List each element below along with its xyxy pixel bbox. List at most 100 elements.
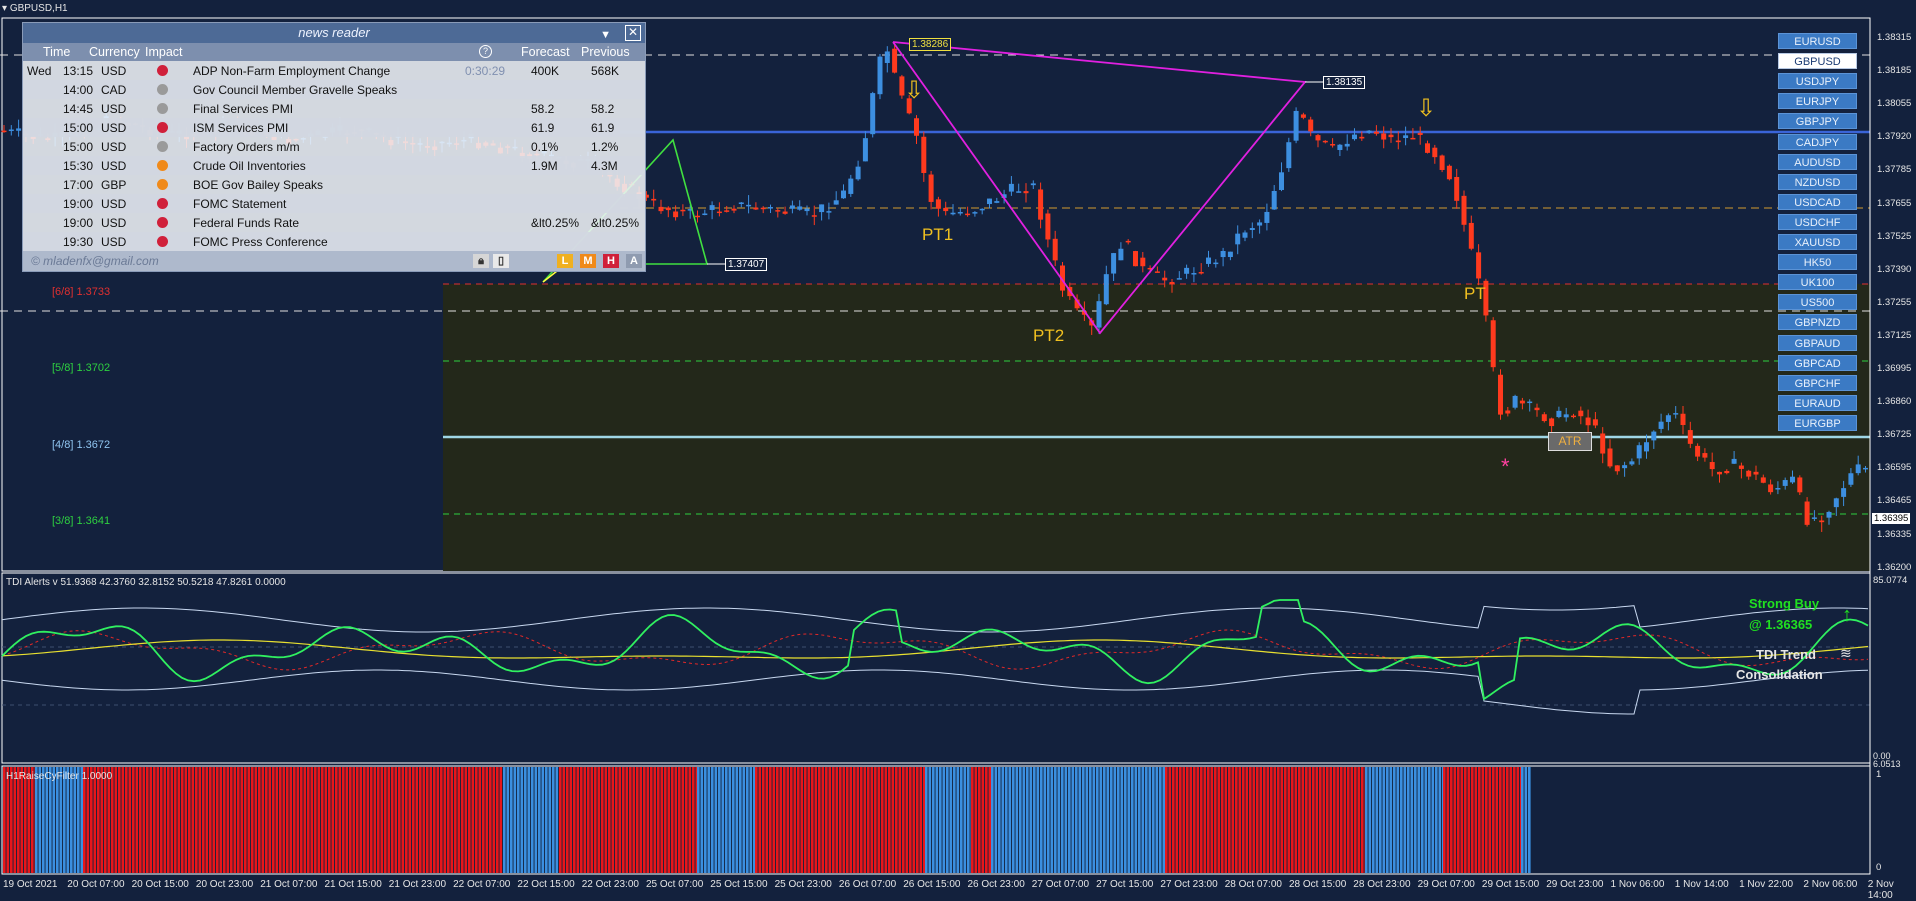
news-row[interactable]: 19:00 USD Federal Funds Rate &lt0.25% &lt0.2…: [23, 213, 645, 232]
symbol-button-eurusd[interactable]: EURUSD: [1778, 33, 1857, 49]
bull-candle: [1016, 191, 1022, 193]
news-previous: 58.2: [591, 102, 615, 116]
symbol-button-eurgbp[interactable]: EURGBP: [1778, 414, 1857, 431]
filter-bar-red: [762, 767, 765, 873]
price-tick: 1.38055: [1877, 98, 1912, 110]
filter-bar-red: [573, 767, 576, 873]
filter-bar-blue: [1410, 767, 1414, 873]
filter-bar-red: [1291, 767, 1294, 873]
impact-dot-icon: [157, 141, 168, 152]
bear-candle: [1607, 448, 1613, 467]
filter-bar-red: [653, 767, 657, 873]
symbol-button-gbpnzd[interactable]: GBPNZD: [1778, 314, 1857, 331]
symbol-button-gbpaud[interactable]: GBPAUD: [1778, 334, 1857, 351]
news-row[interactable]: 19:30 USD FOMC Press Conference: [23, 232, 645, 251]
filter-bar-red: [622, 767, 625, 873]
filter-bar-blue: [555, 767, 559, 873]
filter-bar-red: [1165, 767, 1168, 873]
filter-bar-red: [981, 767, 985, 873]
filter-bar-blue: [963, 767, 967, 873]
filter-bar-red: [912, 767, 916, 873]
filter-bar-blue: [1008, 767, 1012, 873]
symbol-button-usdjpy[interactable]: USDJPY: [1778, 73, 1857, 90]
impact-filter-a-button[interactable]: A: [626, 254, 642, 268]
news-row[interactable]: 17:00 GBP BOE Gov Bailey Speaks: [23, 175, 645, 194]
symbol-button-gbpchf[interactable]: GBPCHF: [1778, 374, 1857, 391]
filter-bar-red: [597, 767, 601, 873]
filter-bar-red: [1354, 767, 1357, 873]
bear-candle: [760, 207, 766, 210]
up-arrow-icon: ↑: [1842, 604, 1852, 626]
atr-label[interactable]: ATR: [1548, 432, 1592, 451]
filter-bar-blue: [1389, 767, 1393, 873]
symbol-button-usdchf[interactable]: USDCHF: [1778, 213, 1857, 230]
filter-bar-blue: [513, 767, 517, 873]
news-currency: USD: [101, 235, 127, 249]
filter-bar-blue: [1120, 767, 1124, 873]
lock-icon[interactable]: 🔒︎: [473, 254, 489, 268]
symbol-button-gbpusd[interactable]: GBPUSD: [1778, 53, 1857, 70]
impact-filter-m-button[interactable]: M: [580, 254, 596, 268]
news-reader-title-bar[interactable]: news reader ▼ ✕: [23, 23, 645, 43]
filter-bar-red: [590, 767, 594, 873]
bear-candle: [1702, 453, 1708, 458]
filter-bar-blue: [520, 767, 524, 873]
symbol-button-us500[interactable]: US500: [1778, 294, 1857, 311]
symbol-button-usdcad[interactable]: USDCAD: [1778, 193, 1857, 210]
filter-bar-blue: [45, 767, 49, 873]
filter-bar-red: [856, 767, 860, 873]
chart-window-title[interactable]: ▾ GBPUSD,H1: [2, 3, 68, 14]
filter-bar-red: [842, 767, 846, 873]
bull-candle: [1008, 183, 1014, 192]
filter-bar-red: [685, 767, 688, 873]
news-time: 14:00: [63, 83, 94, 97]
time-tick: 25 Oct 23:00: [774, 879, 832, 890]
symbol-button-eurjpy[interactable]: EURJPY: [1778, 93, 1857, 110]
impact-filter-l-button[interactable]: L: [557, 254, 573, 268]
symbol-button-xauusd[interactable]: XAUUSD: [1778, 234, 1857, 250]
symbol-button-gbpcad[interactable]: GBPCAD: [1778, 354, 1857, 371]
filter-bar-blue: [1001, 767, 1005, 873]
star-marker: *: [1501, 454, 1510, 479]
filter-bar-red: [27, 767, 31, 873]
filter-bar-red: [1228, 767, 1231, 873]
filter-bar-red: [755, 767, 758, 873]
filter-bar-red: [24, 767, 27, 873]
symbol-button-hk50[interactable]: HK50: [1778, 254, 1857, 271]
filter-bar-red: [853, 767, 856, 873]
news-row[interactable]: Wed 13:15 USD ADP Non-Farm Employment Chang…: [23, 61, 645, 80]
window-menu-icon[interactable]: ▾: [2, 3, 7, 14]
filter-bar-red: [1214, 767, 1217, 873]
pt1-label: PT1: [922, 225, 954, 244]
filter-bar-red: [1249, 767, 1252, 873]
bear-candle: [965, 213, 971, 216]
time-tick: 2 Nov 14:00: [1867, 879, 1894, 901]
filter-bar-red: [1347, 767, 1350, 873]
bear-candle: [753, 207, 759, 210]
symbol-button-uk100[interactable]: UK100: [1778, 274, 1857, 291]
symbol-button-nzdusd[interactable]: NZDUSD: [1778, 173, 1857, 190]
symbol-button-gbpjpy[interactable]: GBPJPY: [1778, 113, 1857, 130]
news-row[interactable]: 15:30 USD Crude Oil Inventories 1.9M 4.3M: [23, 156, 645, 175]
symbol-button-audusd[interactable]: AUDUSD: [1778, 153, 1857, 170]
news-row[interactable]: 14:00 CAD Gov Council Member Gravelle Spea…: [23, 80, 645, 99]
news-reader-panel[interactable]: news reader ▼ ✕ Time Currency Impact ? F…: [22, 22, 646, 272]
bull-candle: [1863, 467, 1868, 470]
price-tick: 1.37920: [1877, 131, 1912, 143]
filter-bar-blue: [1078, 767, 1082, 873]
news-row[interactable]: 14:45 USD Final Services PMI 58.2 58.2: [23, 99, 645, 118]
window-icon[interactable]: ▯: [493, 254, 509, 268]
murrey-5-8: [5/8] 1.3702: [52, 362, 111, 374]
bear-candle: [943, 207, 949, 212]
filter-bar-red: [265, 767, 268, 873]
symbol-button-euraud[interactable]: EURAUD: [1778, 394, 1857, 411]
news-row[interactable]: 15:00 USD ISM Services PMI 61.9 61.9: [23, 118, 645, 137]
news-row[interactable]: 19:00 USD FOMC Statement: [23, 194, 645, 213]
news-row[interactable]: 15:00 USD Factory Orders m/m 0.1% 1.2%: [23, 137, 645, 156]
filter-bar-red: [639, 767, 643, 873]
close-icon[interactable]: ✕: [625, 25, 641, 41]
chevron-down-icon[interactable]: ▼: [600, 25, 611, 45]
symbol-button-cadjpy[interactable]: CADJPY: [1778, 133, 1857, 150]
impact-filter-h-button[interactable]: H: [603, 254, 619, 268]
filter-bar-blue: [998, 767, 1001, 873]
